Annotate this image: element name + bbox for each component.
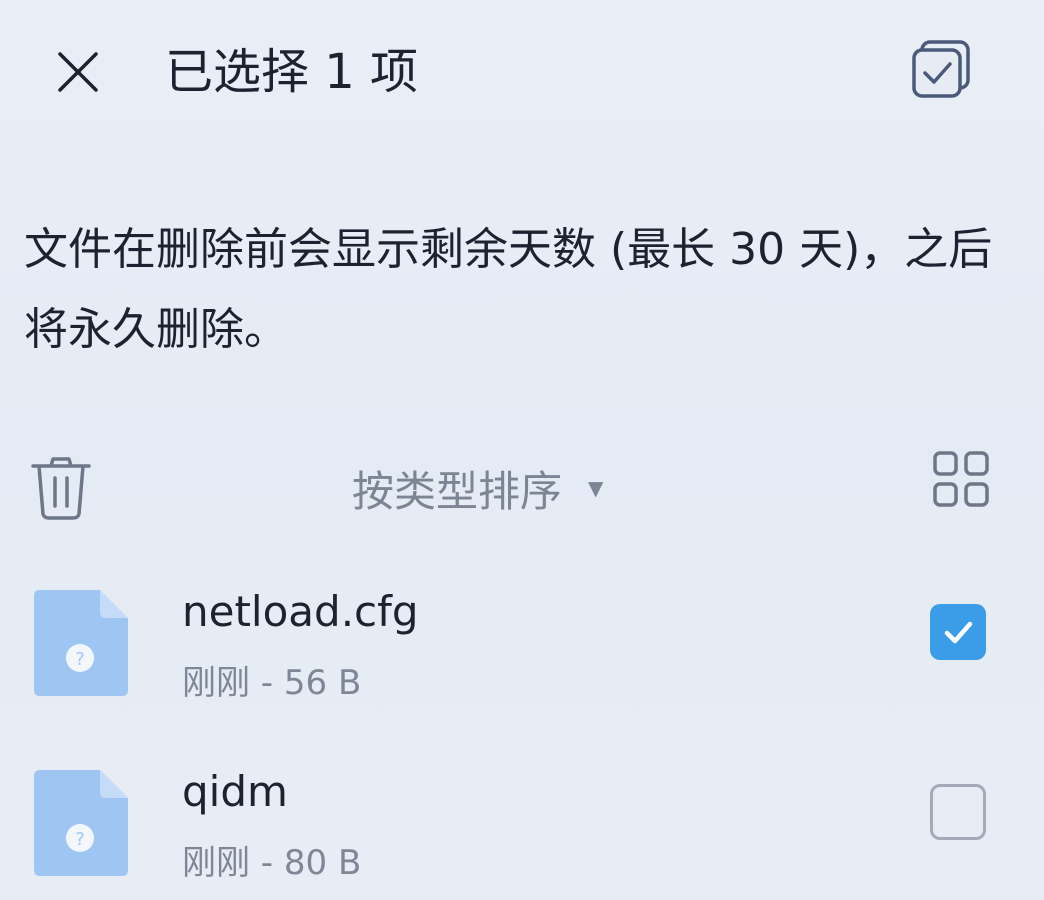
page-title: 已选择 1 项 (165, 44, 419, 100)
trash-icon (31, 457, 91, 520)
unknown-file-icon: ? (34, 590, 128, 696)
recycle-bin-screen: 已选择 1 项 文件在删除前会显示剩余天数 (最长 30 天)，之后将永久删除。… (0, 0, 1044, 894)
grid-view-icon (933, 451, 989, 507)
file-meta: 刚刚 - 56 B (182, 663, 362, 703)
grid-view-button[interactable] (928, 446, 994, 512)
select-all-icon (912, 40, 970, 98)
file-checkbox-unchecked[interactable] (930, 784, 986, 840)
close-icon (58, 52, 98, 92)
file-row-qidm[interactable]: ? qidm 刚刚 - 80 B (0, 760, 1044, 900)
file-name: netload.cfg (182, 587, 419, 636)
caret-down-icon: ▼ (588, 476, 604, 500)
file-row-netload[interactable]: ? netload.cfg 刚刚 - 56 B (0, 580, 1044, 720)
file-name: qidm (182, 767, 288, 816)
svg-text:?: ? (75, 829, 85, 850)
unknown-file-icon: ? (34, 770, 128, 876)
sort-label: 按类型排序 (352, 466, 563, 516)
file-meta: 刚刚 - 80 B (182, 843, 362, 883)
checkmark-icon (944, 621, 973, 644)
sort-dropdown[interactable]: 按类型排序 ▼ (352, 456, 603, 520)
close-button[interactable] (48, 42, 108, 102)
svg-text:?: ? (75, 649, 85, 670)
select-all-button[interactable] (905, 35, 975, 105)
deletion-notice: 文件在删除前会显示剩余天数 (最长 30 天)，之后将永久删除。 (24, 224, 993, 355)
file-checkbox-checked[interactable] (930, 604, 986, 660)
delete-button[interactable] (26, 452, 96, 524)
